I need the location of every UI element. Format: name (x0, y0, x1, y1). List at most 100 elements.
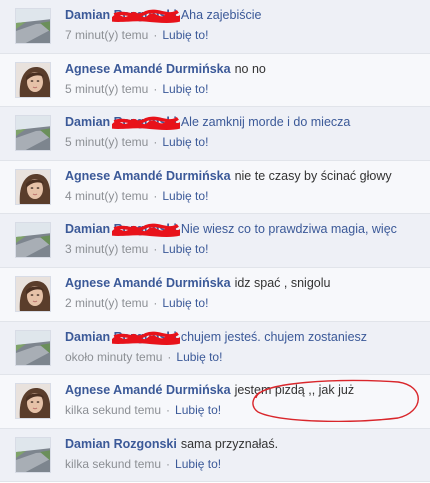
timestamp-link[interactable]: 7 minut(y) temu (65, 28, 148, 42)
author-last-name-wrap: Rozgonski (111, 329, 180, 345)
comment-thread: Damian Rozgonski Aha zajebiście 7 minut(y… (0, 0, 430, 483)
like-link[interactable]: Lubię to! (176, 350, 222, 364)
comment-body: Damian Rozgonski sama przyznałaś. kilka se… (65, 436, 430, 471)
comment-text: Nie wiesz co to prawdziwa magia, więc (180, 222, 397, 237)
author-name-link[interactable]: Damian Rozgonski (65, 437, 177, 451)
author-last-name: Durmińska (165, 275, 231, 290)
comment-line: Damian Rozgonski sama przyznałaś. (65, 436, 430, 452)
author-last-name-wrap: Rozgonski (111, 114, 180, 131)
separator-dot: · (153, 28, 158, 42)
timestamp-link[interactable]: 3 minut(y) temu (65, 242, 148, 256)
separator-dot: · (153, 188, 158, 203)
like-link[interactable]: Lubię to! (162, 28, 208, 42)
avatar[interactable] (15, 275, 51, 312)
timestamp-link[interactable]: kilka sekund temu (65, 403, 161, 417)
avatar[interactable] (15, 115, 51, 152)
timestamp-link[interactable]: około minuty temu (65, 350, 162, 364)
comment-text: idz spać , snigolu (234, 275, 331, 290)
avatar[interactable] (15, 8, 51, 44)
avatar[interactable] (15, 436, 51, 473)
comment-meta: 5 minut(y) temu · Lubię to! (65, 82, 430, 96)
author-name-link[interactable]: Agnese Amandé Durmińska (65, 169, 231, 183)
author-last-name-wrap: Durmińska (166, 168, 231, 184)
author-last-name: Durmińska (165, 383, 231, 398)
separator-dot: · (167, 349, 172, 364)
comment-line: Damian Rozgonski chujem jesteś. chujem z… (65, 329, 430, 345)
author-last-name-wrap: Rozgonski (111, 7, 180, 23)
author-name-link[interactable]: Damian Rozgonski (65, 221, 180, 238)
comment-line: Agnese Amandé Durmińska idz spać , snigol… (65, 275, 430, 291)
avatar[interactable] (15, 168, 51, 205)
author-last-name-wrap: Durmińska (166, 382, 231, 398)
comment-meta: 7 minut(y) temu · Lubię to! (65, 28, 430, 42)
separator-dot: · (153, 81, 158, 96)
comment-body: Damian Rozgonski Aha zajebiście 7 minut(y… (65, 7, 430, 42)
like-link[interactable]: Lubię to! (162, 296, 208, 310)
comment-row: Agnese Amandé Durmińska nie te czasy by ś… (0, 160, 430, 215)
comment-row: Damian Rozgonski chujem jesteś. chujem z… (0, 321, 430, 376)
like-link[interactable]: Lubię to! (175, 457, 221, 471)
comment-text: no no (234, 61, 266, 76)
comment-meta: 3 minut(y) temu · Lubię to! (65, 242, 430, 256)
comment-row: Damian Rozgonski Aha zajebiście 7 minut(y… (0, 0, 430, 54)
like-link[interactable]: Lubię to! (175, 403, 221, 417)
comment-body: Agnese Amandé Durmińska idz spać , snigol… (65, 275, 430, 310)
comment-meta: 5 minut(y) temu · Lubię to! (65, 135, 430, 149)
comment-text: sama przyznałaś. (180, 436, 279, 451)
avatar[interactable] (15, 222, 51, 259)
author-last-name: Durmińska (165, 168, 231, 183)
author-name-link[interactable]: Damian Rozgonski (65, 329, 180, 345)
comment-line: Damian Rozgonski Nie wiesz co to prawdzi… (65, 221, 430, 238)
separator-dot: · (166, 403, 171, 418)
comment-body: Agnese Amandé Durmińska no no 5 minut(y) t… (65, 61, 430, 96)
author-last-name: Rozgonski (113, 222, 177, 237)
avatar[interactable] (15, 61, 51, 98)
comment-text: jestem pizdą ,, jak już (234, 383, 355, 398)
author-last-name: Rozgonski (113, 115, 177, 130)
like-link[interactable]: Lubię to! (162, 82, 208, 96)
timestamp-link[interactable]: 5 minut(y) temu (65, 135, 148, 149)
comment-body: Agnese Amandé Durmińska jestem pizdą ,, j… (65, 382, 430, 417)
author-last-name: Rozgonski (113, 436, 177, 451)
author-first-name: Damian (65, 8, 111, 22)
separator-dot: · (153, 295, 158, 310)
author-last-name-wrap: Durmińska (166, 61, 231, 77)
author-last-name: Durmińska (165, 61, 231, 76)
comment-body: Damian Rozgonski chujem jesteś. chujem z… (65, 329, 430, 364)
author-first-name: Agnese Amandé (65, 383, 163, 398)
author-name-link[interactable]: Agnese Amandé Durmińska (65, 383, 231, 397)
comment-meta: 2 minut(y) temu · Lubię to! (65, 296, 430, 310)
like-link[interactable]: Lubię to! (162, 242, 208, 256)
comment-body: Damian Rozgonski Nie wiesz co to prawdzi… (65, 221, 430, 256)
comment-meta: około minuty temu · Lubię to! (65, 350, 430, 364)
timestamp-link[interactable]: 5 minut(y) temu (65, 82, 148, 96)
avatar[interactable] (15, 329, 51, 366)
author-name-link[interactable]: Agnese Amandé Durmińska (65, 276, 231, 290)
author-name-link[interactable]: Damian Rozgonski (65, 114, 180, 131)
comment-line: Agnese Amandé Durmińska no no (65, 61, 430, 77)
author-first-name: Damian (65, 329, 111, 344)
author-last-name: Rozgonski (113, 8, 177, 22)
timestamp-link[interactable]: kilka sekund temu (65, 457, 161, 471)
author-last-name-wrap: Rozgonski (111, 221, 180, 238)
author-last-name-wrap: Rozgonski (114, 436, 177, 452)
like-link[interactable]: Lubię to! (162, 135, 208, 149)
timestamp-link[interactable]: 4 minut(y) temu (65, 189, 148, 203)
timestamp-link[interactable]: 2 minut(y) temu (65, 296, 148, 310)
author-name-link[interactable]: Damian Rozgonski (65, 7, 180, 23)
comment-line: Agnese Amandé Durmińska nie te czasy by ś… (65, 168, 430, 184)
like-link[interactable]: Lubię to! (162, 189, 208, 203)
avatar[interactable] (15, 383, 51, 420)
author-name-link[interactable]: Agnese Amandé Durmińska (65, 62, 231, 76)
comment-text: Ale zamknij morde i do miecza (180, 115, 351, 130)
author-first-name: Agnese Amandé (65, 61, 163, 76)
author-first-name: Agnese Amandé (65, 168, 163, 183)
comment-body: Damian Rozgonski Ale zamknij morde i do … (65, 114, 430, 149)
author-first-name: Damian (65, 115, 111, 130)
author-first-name: Agnese Amandé (65, 275, 163, 290)
comment-line: Damian Rozgonski Aha zajebiście (65, 7, 430, 23)
comment-row: Damian Rozgonski Ale zamknij morde i do … (0, 107, 430, 161)
comment-line: Agnese Amandé Durmińska jestem pizdą ,, j… (65, 382, 430, 398)
separator-dot: · (153, 242, 158, 257)
comment-row: Agnese Amandé Durmińska no no 5 minut(y) t… (0, 53, 430, 108)
